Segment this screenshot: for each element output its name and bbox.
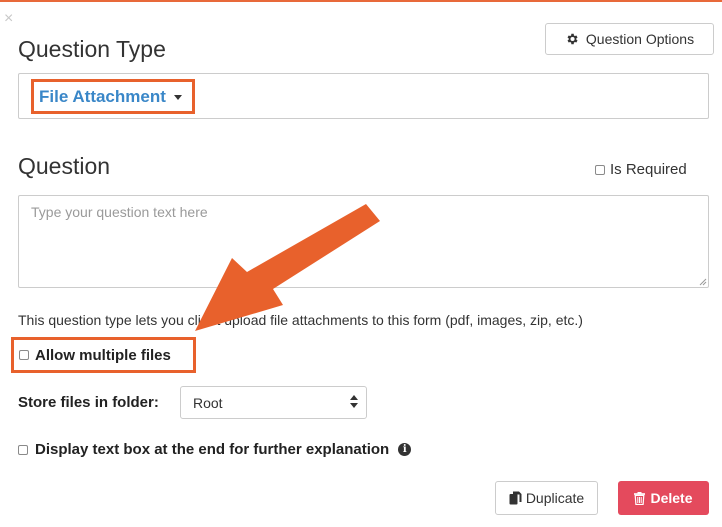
allow-multiple-files-label: Allow multiple files (35, 346, 171, 364)
trash-icon (634, 491, 646, 505)
close-icon[interactable]: × (4, 11, 13, 27)
allow-multiple-files-option[interactable]: Allow multiple files (11, 337, 196, 373)
question-options-label: Question Options (585, 31, 695, 47)
question-options-button[interactable]: Question Options (545, 23, 714, 55)
copy-icon (509, 491, 522, 505)
duplicate-label: Duplicate (525, 490, 585, 506)
store-folder-value: Root (193, 394, 223, 411)
question-type-value: File Attachment (39, 86, 166, 106)
is-required-toggle[interactable]: Is Required (595, 161, 687, 178)
up-down-arrows-icon (350, 395, 358, 408)
top-accent-rule (0, 0, 722, 2)
store-folder-label: Store files in folder: (18, 394, 159, 411)
store-folder-select[interactable]: Root (180, 386, 367, 419)
display-textbox-option[interactable]: Display text box at the end for further … (18, 441, 412, 458)
caret-down-icon (173, 95, 182, 100)
question-type-help-text: This question type lets you client uploa… (18, 312, 583, 328)
delete-button[interactable]: Delete (618, 481, 709, 515)
is-required-label: Is Required (610, 161, 687, 178)
question-text-input[interactable] (18, 195, 709, 288)
display-textbox-label: Display text box at the end for further … (35, 441, 390, 458)
is-required-checkbox[interactable] (595, 164, 605, 175)
delete-label: Delete (650, 490, 693, 506)
allow-multiple-files-checkbox[interactable] (19, 350, 29, 360)
duplicate-button[interactable]: Duplicate (495, 481, 598, 515)
question-heading: Question (18, 153, 111, 179)
question-type-heading: Question Type (18, 36, 166, 62)
gear-icon (567, 33, 578, 45)
display-textbox-checkbox[interactable] (18, 444, 28, 455)
info-circle-icon[interactable]: i (398, 443, 412, 456)
question-type-dropdown[interactable]: File Attachment (31, 79, 195, 114)
